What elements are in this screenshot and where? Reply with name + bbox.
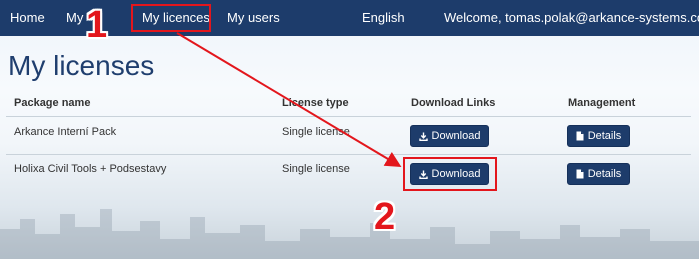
annotation-step-2: 2 [374,196,396,238]
annotation-step-1: 1 [86,4,108,46]
